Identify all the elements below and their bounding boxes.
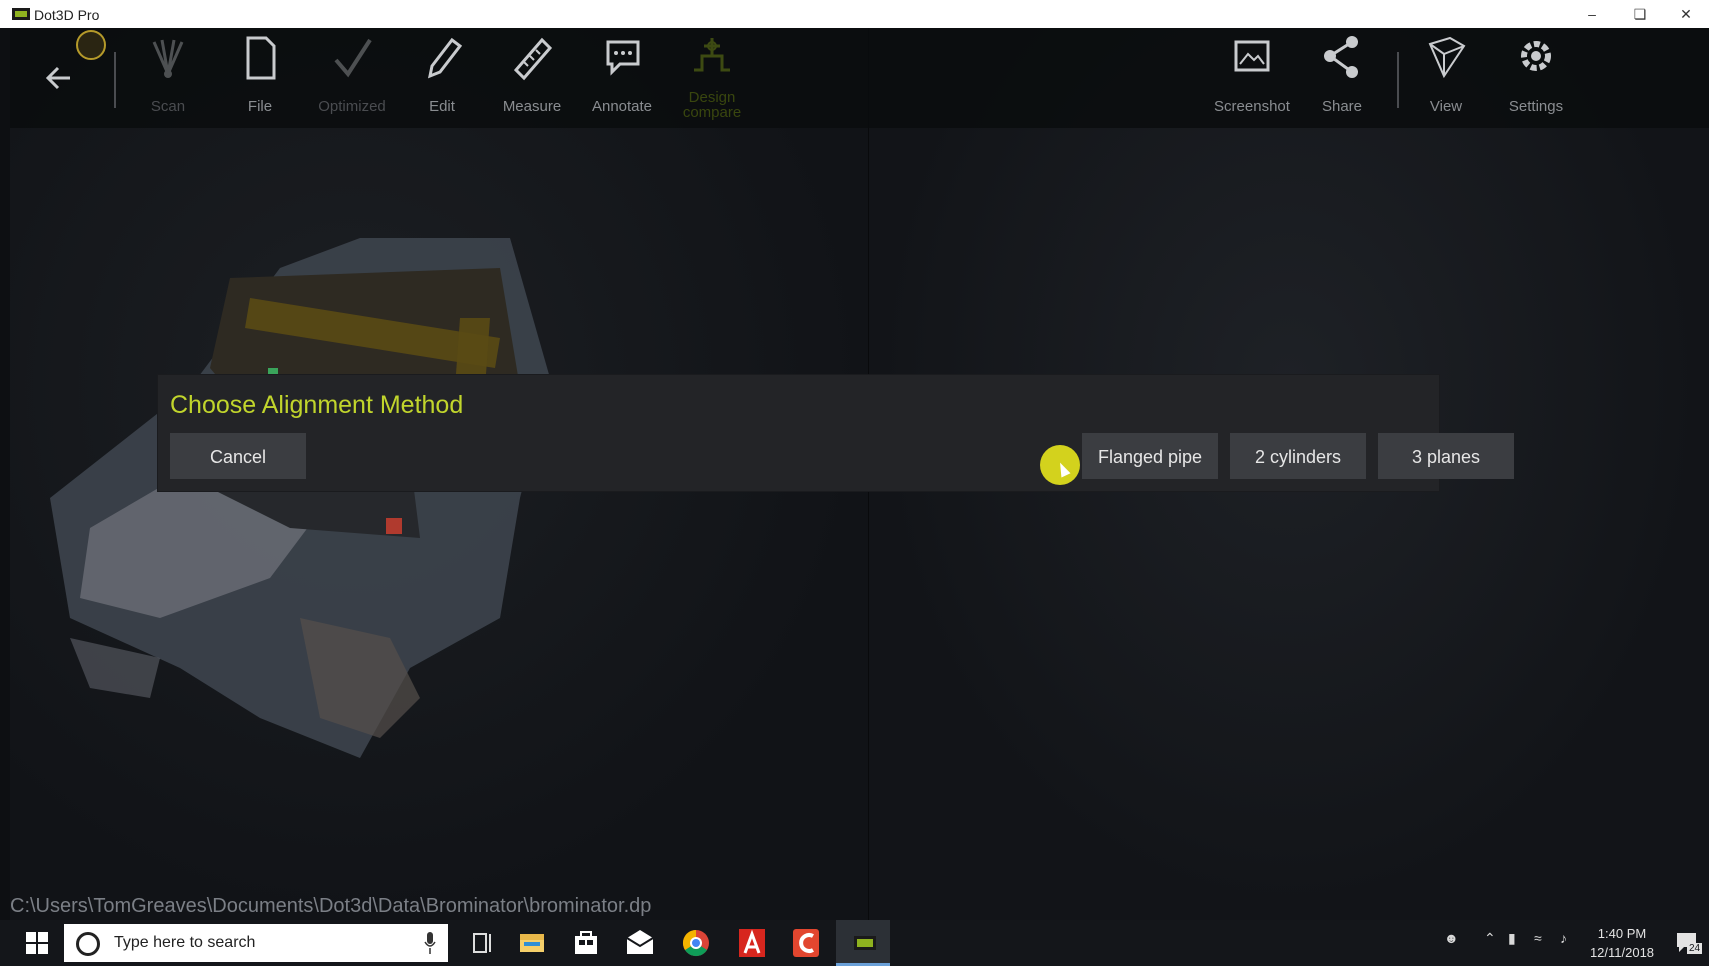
- view-label: View: [1429, 98, 1463, 115]
- settings-button[interactable]: Settings: [1490, 28, 1582, 128]
- search-placeholder: Type here to search: [114, 934, 256, 951]
- clock-date: 12/11/2018: [1589, 945, 1655, 960]
- windows-taskbar: Type here to search ☻ ⌃ ▮ ≈ ♪ 1:40 PM 12…: [0, 920, 1709, 966]
- task-view-icon[interactable]: [462, 926, 502, 960]
- notification-count: 24: [1687, 943, 1703, 954]
- close-icon[interactable]: ✕: [1666, 4, 1706, 24]
- view-button[interactable]: View: [1400, 28, 1492, 128]
- settings-label: Settings: [1508, 98, 1564, 115]
- measure-button[interactable]: Measure: [486, 28, 578, 128]
- screenshot-icon: [1234, 40, 1270, 72]
- store-icon[interactable]: [566, 926, 606, 960]
- alignment-method-dialog: Choose Alignment Method Cancel Flanged p…: [158, 375, 1514, 491]
- flanged-pipe-button[interactable]: Flanged pipe: [1082, 433, 1218, 479]
- edit-label: Edit: [429, 98, 455, 115]
- optimized-button[interactable]: Optimized: [306, 28, 398, 128]
- share-icon: [1324, 36, 1358, 78]
- main-toolbar: Scan File Optimized Edit Measure Annotat…: [10, 28, 1709, 128]
- app-logo-icon: [12, 8, 30, 20]
- scan-button[interactable]: Scan: [122, 28, 214, 128]
- cube-icon: [1428, 36, 1466, 79]
- scan-icon: [152, 39, 184, 78]
- cancel-button[interactable]: Cancel: [170, 433, 306, 479]
- minimize-icon[interactable]: –: [1572, 4, 1612, 24]
- window-titlebar: Dot3D Pro – ❏ ✕: [0, 0, 1709, 28]
- file-path-status: C:\Users\TomGreaves\Documents\Dot3d\Data…: [10, 895, 652, 917]
- file-button[interactable]: File: [214, 28, 306, 128]
- gear-icon: [1521, 41, 1551, 71]
- design-compare-label: Design compare: [682, 89, 742, 121]
- acrobat-icon[interactable]: [732, 926, 772, 960]
- scan-label: Scan: [150, 98, 186, 115]
- two-cylinders-button[interactable]: 2 cylinders: [1230, 433, 1366, 479]
- edit-button[interactable]: Edit: [396, 28, 488, 128]
- mail-icon[interactable]: [620, 926, 660, 960]
- annotate-button[interactable]: Annotate: [576, 28, 668, 128]
- three-planes-button[interactable]: 3 planes: [1378, 433, 1514, 479]
- cortana-icon: [76, 932, 100, 956]
- dot3d-app-icon: [854, 936, 876, 950]
- red-c-app-icon[interactable]: [786, 926, 826, 960]
- optimized-label: Optimized: [318, 98, 386, 115]
- battery-icon[interactable]: ▮: [1508, 930, 1516, 947]
- design-compare-icon: [694, 38, 730, 72]
- window-title: Dot3D Pro: [34, 7, 100, 23]
- point-cloud-scan: [50, 238, 550, 758]
- pencil-icon: [427, 37, 462, 79]
- volume-icon[interactable]: ♪: [1560, 930, 1567, 946]
- wifi-icon[interactable]: ≈: [1534, 930, 1542, 946]
- measure-label: Measure: [502, 98, 562, 115]
- action-center-button[interactable]: 24: [1674, 929, 1703, 957]
- chrome-icon[interactable]: [676, 926, 716, 960]
- share-button[interactable]: Share: [1296, 28, 1388, 128]
- restore-icon[interactable]: ❏: [1620, 4, 1660, 24]
- toolbar-separator: [1397, 52, 1399, 108]
- taskbar-search-box[interactable]: Type here to search: [64, 924, 448, 962]
- ruler-icon: [513, 37, 552, 81]
- file-icon: [246, 36, 276, 80]
- people-icon[interactable]: ☻: [1444, 930, 1459, 946]
- screenshot-label: Screenshot: [1214, 98, 1290, 115]
- clock-time: 1:40 PM: [1597, 926, 1647, 941]
- dialog-title: Choose Alignment Method: [170, 391, 464, 419]
- dot3d-taskbar-button[interactable]: [836, 920, 890, 966]
- edit-badge-icon: [76, 30, 106, 60]
- file-explorer-icon[interactable]: [512, 926, 552, 960]
- design-compare-button[interactable]: Design compare: [666, 28, 758, 128]
- taskbar-clock[interactable]: 1:40 PM 12/11/2018: [1582, 924, 1662, 962]
- microphone-icon[interactable]: [424, 932, 436, 954]
- share-label: Share: [1321, 98, 1363, 115]
- back-arrow-icon: [45, 66, 70, 90]
- windows-start-icon[interactable]: [26, 932, 48, 954]
- check-icon: [334, 38, 372, 78]
- toolbar-separator: [114, 52, 116, 108]
- screenshot-button[interactable]: Screenshot: [1206, 28, 1298, 128]
- annotate-label: Annotate: [591, 98, 653, 115]
- back-button[interactable]: [40, 58, 80, 98]
- file-label: File: [247, 98, 273, 115]
- speech-bubble-icon: [606, 40, 640, 76]
- tray-chevron-up-icon[interactable]: ⌃: [1484, 930, 1496, 947]
